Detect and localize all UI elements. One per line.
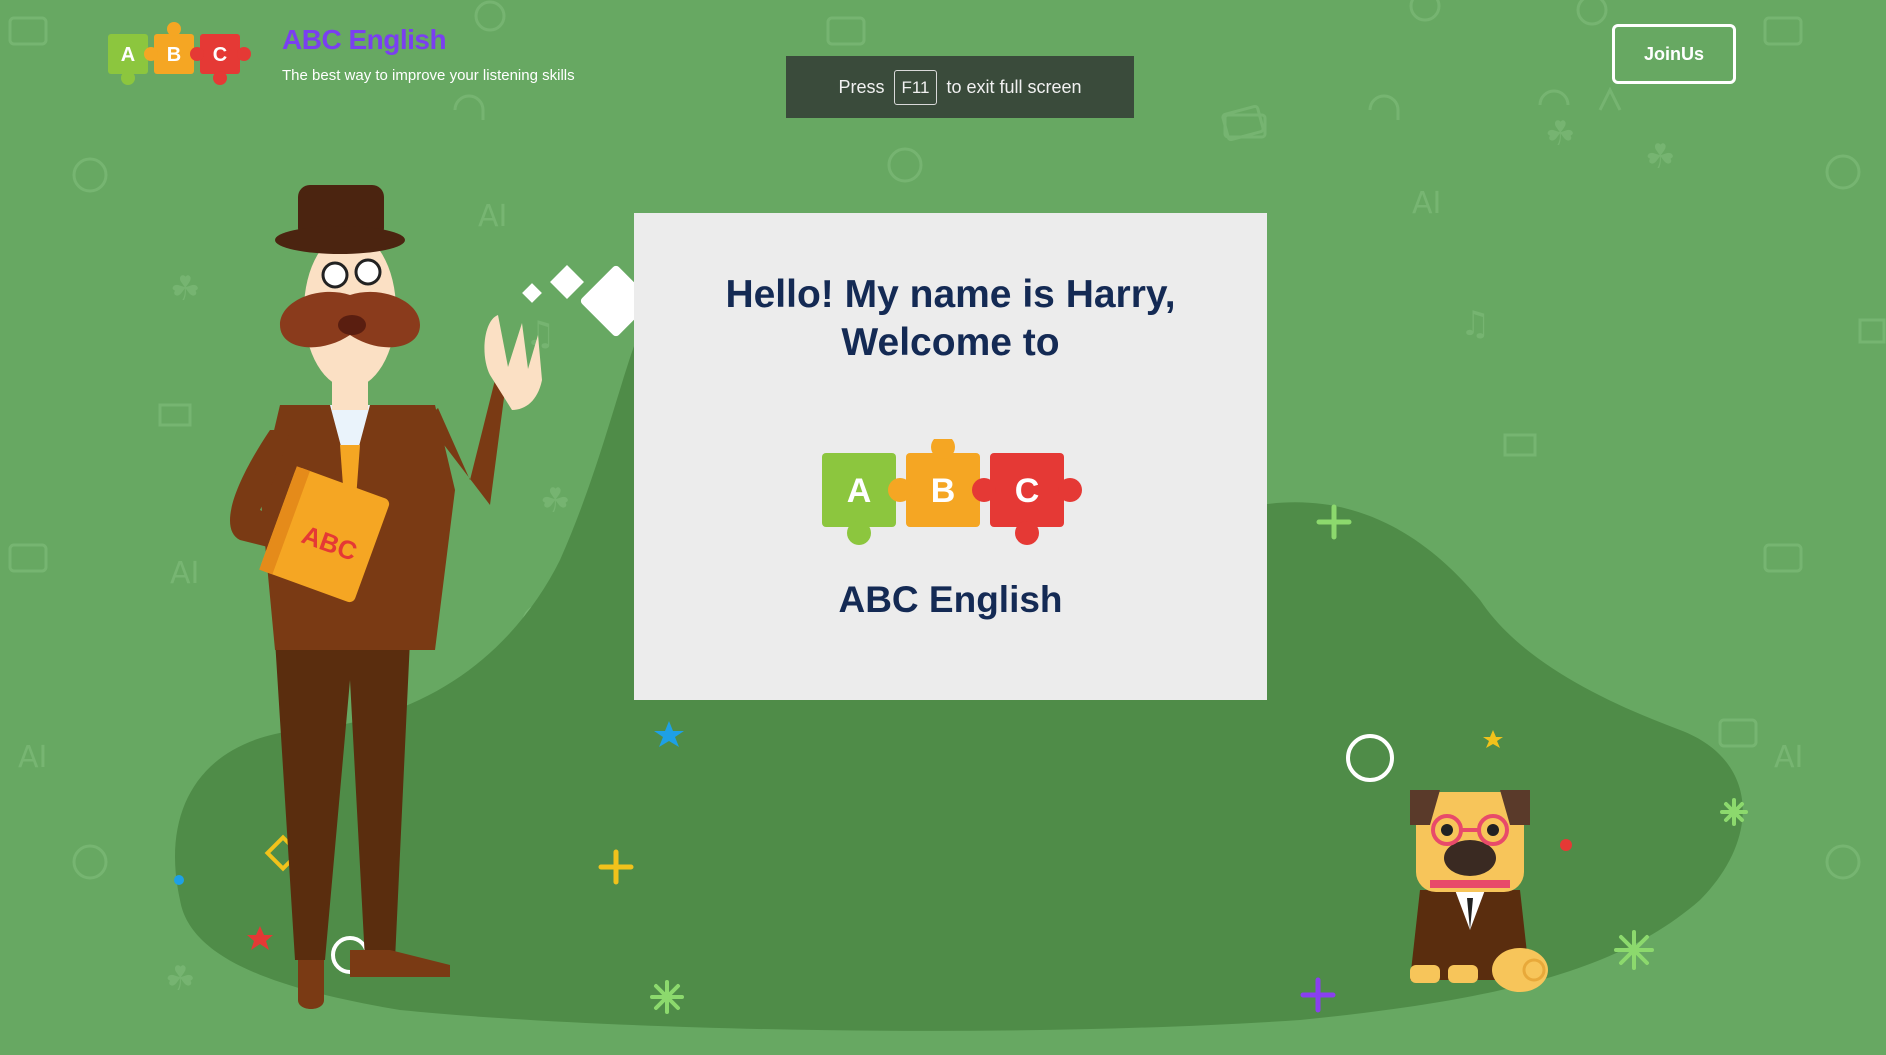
f11-key-badge: F11 — [894, 69, 937, 105]
welcome-heading-line2: Welcome to — [841, 321, 1060, 364]
card-abc-logo: A B C — [822, 439, 1082, 545]
fullscreen-notice-prefix: Press — [838, 76, 885, 97]
welcome-card: Hello! My name is Harry, Welcome to A B … — [634, 213, 1267, 700]
join-us-button[interactable]: JoinUs — [1612, 24, 1736, 84]
card-logo-letter-b: B — [931, 472, 956, 510]
logo-letter-c: C — [213, 44, 227, 66]
card-logo-letter-c: C — [1015, 472, 1040, 510]
fullscreen-notice-suffix: to exit full screen — [946, 76, 1082, 97]
welcome-heading-line1: Hello! My name is Harry, — [725, 273, 1176, 316]
card-brand-name: ABC English — [838, 579, 1063, 620]
brand-title[interactable]: ABC English — [282, 24, 447, 56]
welcome-heading: Hello! My name is Harry, Welcome to — [634, 271, 1267, 367]
abc-logo[interactable]: A B C — [104, 20, 264, 90]
card-logo-letter-a: A — [847, 472, 872, 510]
brand-tagline: The best way to improve your listening s… — [282, 67, 575, 84]
harry-character-illustration: ABC — [230, 185, 542, 1009]
pug-dog-illustration — [1410, 790, 1548, 992]
fullscreen-notice: Press F11 to exit full screen — [786, 56, 1134, 118]
logo-letter-b: B — [167, 44, 181, 66]
logo-letter-a: A — [121, 44, 135, 66]
